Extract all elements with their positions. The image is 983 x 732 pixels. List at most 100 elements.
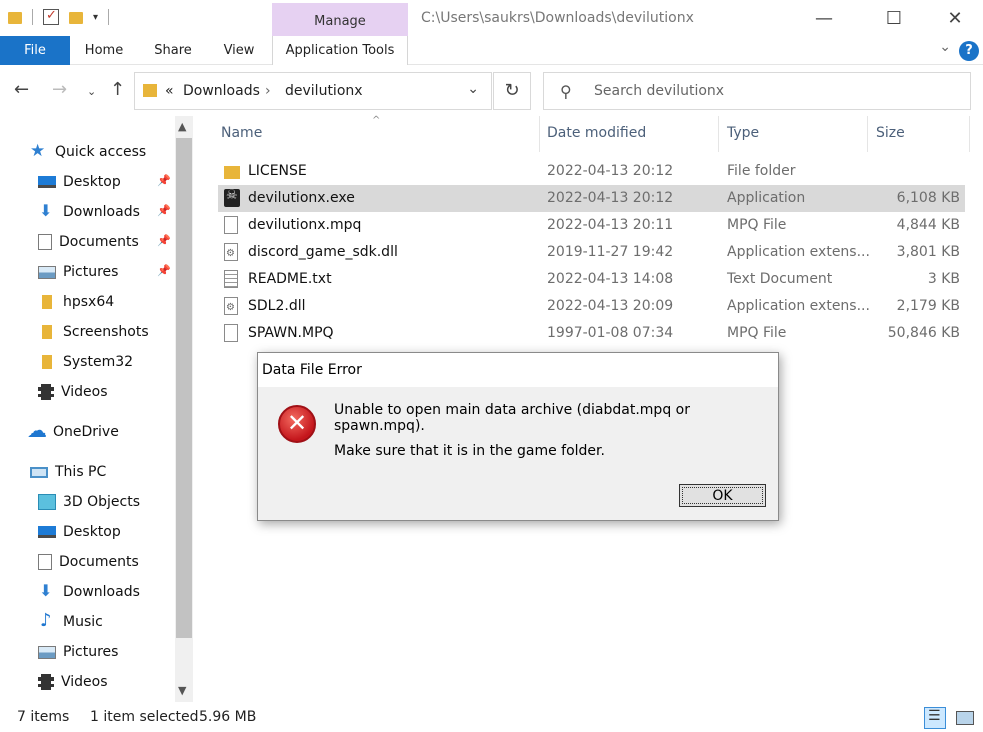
file-date-modified: 2022-04-13 20:09 xyxy=(547,298,674,314)
sidebar-item-desktop[interactable]: Desktop xyxy=(0,518,175,546)
sidebar-item-pictures[interactable]: Pictures 📌 xyxy=(0,258,175,286)
breadcrumb-downloads[interactable]: Downloads xyxy=(183,83,260,99)
sidebar-item-label: Pictures xyxy=(63,644,119,660)
maximize-button[interactable]: ☐ xyxy=(871,0,917,36)
sidebar-item-this-pc[interactable]: This PC xyxy=(0,458,175,486)
scroll-up-icon[interactable]: ▲ xyxy=(178,120,186,133)
tab-view[interactable]: View xyxy=(220,36,258,65)
customize-toolbar-dropdown-icon[interactable]: ▾ xyxy=(93,12,98,23)
manage-context-tab[interactable]: Manage xyxy=(272,3,408,36)
pin-icon[interactable]: 📌 xyxy=(157,204,171,217)
new-folder-icon[interactable] xyxy=(69,9,83,25)
forward-arrow-icon[interactable]: → xyxy=(52,79,67,100)
sidebar-item-downloads[interactable]: Downloads 📌 xyxy=(0,198,175,226)
sidebar-item-label: Desktop xyxy=(63,524,121,540)
tab-home[interactable]: Home xyxy=(80,36,128,65)
expand-ribbon-icon[interactable]: ⌄ xyxy=(939,39,951,55)
sidebar-item-documents[interactable]: Documents 📌 xyxy=(0,228,175,256)
address-dropdown-icon[interactable]: ⌄ xyxy=(467,81,479,97)
column-header-date-modified[interactable]: Date modified xyxy=(541,116,719,152)
pin-icon[interactable]: 📌 xyxy=(157,234,171,247)
file-type: Text Document xyxy=(727,271,833,287)
file-row[interactable]: SDL2.dll 2022-04-13 20:09 Application exte… xyxy=(218,293,965,320)
address-bar[interactable]: « Downloads › devilutionx ⌄ xyxy=(134,72,492,110)
tab-file[interactable]: File xyxy=(0,36,70,65)
recent-locations-chevron-icon[interactable]: ⌄ xyxy=(87,85,96,98)
sidebar-item-label: System32 xyxy=(63,354,134,370)
sidebar-item-videos[interactable]: Videos xyxy=(0,378,175,406)
details-view-button[interactable] xyxy=(924,707,946,729)
file-date-modified: 2022-04-13 20:11 xyxy=(547,217,674,233)
navigation-pane-scrollbar[interactable]: ▲ ▼ xyxy=(175,116,193,702)
folder-icon[interactable] xyxy=(8,9,22,25)
file-name: SDL2.dll xyxy=(248,298,306,314)
file-size: 3,801 KB xyxy=(896,244,960,260)
file-date-modified: 2019-11-27 19:42 xyxy=(547,244,674,260)
computer-icon xyxy=(30,466,48,478)
breadcrumb-devilutionx[interactable]: devilutionx xyxy=(285,83,363,99)
sidebar-item-desktop[interactable]: Desktop 📌 xyxy=(0,168,175,196)
sidebar-item-system32[interactable]: System32 xyxy=(0,348,175,376)
sidebar-item-label: hpsx64 xyxy=(63,294,115,310)
close-button[interactable]: ✕ xyxy=(932,0,978,36)
file-date-modified: 1997-01-08 07:34 xyxy=(547,325,674,341)
file-size: 50,846 KB xyxy=(887,325,960,341)
sidebar-item-3d-objects[interactable]: 3D Objects xyxy=(0,488,175,516)
file-name: README.txt xyxy=(248,271,332,287)
desktop-icon xyxy=(38,526,56,538)
dialog-title-bar[interactable]: Data File Error xyxy=(258,353,778,387)
search-box[interactable]: ⚲ Search devilutionx xyxy=(543,72,971,110)
file-date-modified: 2022-04-13 20:12 xyxy=(547,163,674,179)
help-icon[interactable]: ? xyxy=(959,41,979,61)
file-row[interactable]: SPAWN.MPQ 1997-01-08 07:34 MPQ File 50,846 … xyxy=(218,320,965,347)
music-icon xyxy=(38,610,56,631)
refresh-button[interactable]: ↻ xyxy=(493,72,531,110)
scrollbar-thumb[interactable] xyxy=(176,138,192,638)
sort-ascending-icon: ^ xyxy=(372,115,381,126)
dialog-message: Unable to open main data archive (diabda… xyxy=(334,402,690,434)
documents-icon xyxy=(38,554,52,570)
sidebar-item-screenshots[interactable]: Screenshots xyxy=(0,318,175,346)
sidebar-item-label: Desktop xyxy=(63,174,121,190)
videos-icon xyxy=(38,384,54,400)
column-header-size[interactable]: Size xyxy=(869,116,970,152)
file-size: 4,844 KB xyxy=(896,217,960,233)
sidebar-item-music[interactable]: Music xyxy=(0,608,175,636)
properties-icon[interactable] xyxy=(43,8,59,25)
sidebar-item-videos[interactable]: Videos xyxy=(0,668,175,696)
tab-application-tools[interactable]: Application Tools xyxy=(272,36,408,65)
search-input[interactable]: Search devilutionx xyxy=(594,83,724,99)
sidebar-item-onedrive[interactable]: OneDrive xyxy=(0,418,175,446)
file-row[interactable]: discord_game_sdk.dll 2019-11-27 19:42 Appl… xyxy=(218,239,965,266)
toolbar-separator xyxy=(32,9,33,25)
minimize-button[interactable]: — xyxy=(801,0,847,36)
sidebar-item-downloads[interactable]: Downloads xyxy=(0,578,175,606)
sidebar-item-pictures[interactable]: Pictures xyxy=(0,638,175,666)
scroll-down-icon[interactable]: ▼ xyxy=(178,684,186,697)
column-header-type[interactable]: Type xyxy=(720,116,868,152)
file-row[interactable]: README.txt 2022-04-13 14:08 Text Document 3… xyxy=(218,266,965,293)
file-name: SPAWN.MPQ xyxy=(248,325,334,341)
file-type: Application extens... xyxy=(727,298,870,314)
breadcrumb-separator-icon[interactable]: › xyxy=(265,83,271,99)
pin-icon[interactable]: 📌 xyxy=(157,174,171,187)
sidebar-item-hpsx64[interactable]: hpsx64 xyxy=(0,288,175,316)
status-bar: 7 items 1 item selected 5.96 MB xyxy=(0,702,983,732)
sidebar-item-quick-access[interactable]: Quick access xyxy=(0,138,175,166)
up-arrow-icon[interactable]: ↑ xyxy=(110,79,125,100)
ok-button[interactable]: OK xyxy=(679,484,766,507)
pin-icon[interactable]: 📌 xyxy=(157,264,171,277)
file-row[interactable]: devilutionx.exe 2022-04-13 20:12 Applicati… xyxy=(218,185,965,212)
file-row[interactable]: LICENSE 2022-04-13 20:12 File folder xyxy=(218,158,965,185)
window-title: C:\Users\saukrs\Downloads\devilutionx xyxy=(421,10,694,26)
tab-share[interactable]: Share xyxy=(150,36,196,65)
breadcrumb-overflow[interactable]: « xyxy=(165,83,174,99)
folder-icon xyxy=(224,166,240,179)
dll-icon xyxy=(224,297,238,315)
back-arrow-icon[interactable]: ← xyxy=(14,79,29,100)
sidebar-item-documents[interactable]: Documents xyxy=(0,548,175,576)
error-dialog: Data File Error ✕ Unable to open main da… xyxy=(257,352,779,521)
large-icons-view-button[interactable] xyxy=(953,707,975,729)
file-row[interactable]: devilutionx.mpq 2022-04-13 20:11 MPQ File 4… xyxy=(218,212,965,239)
selection-count: 1 item selected xyxy=(90,709,199,725)
